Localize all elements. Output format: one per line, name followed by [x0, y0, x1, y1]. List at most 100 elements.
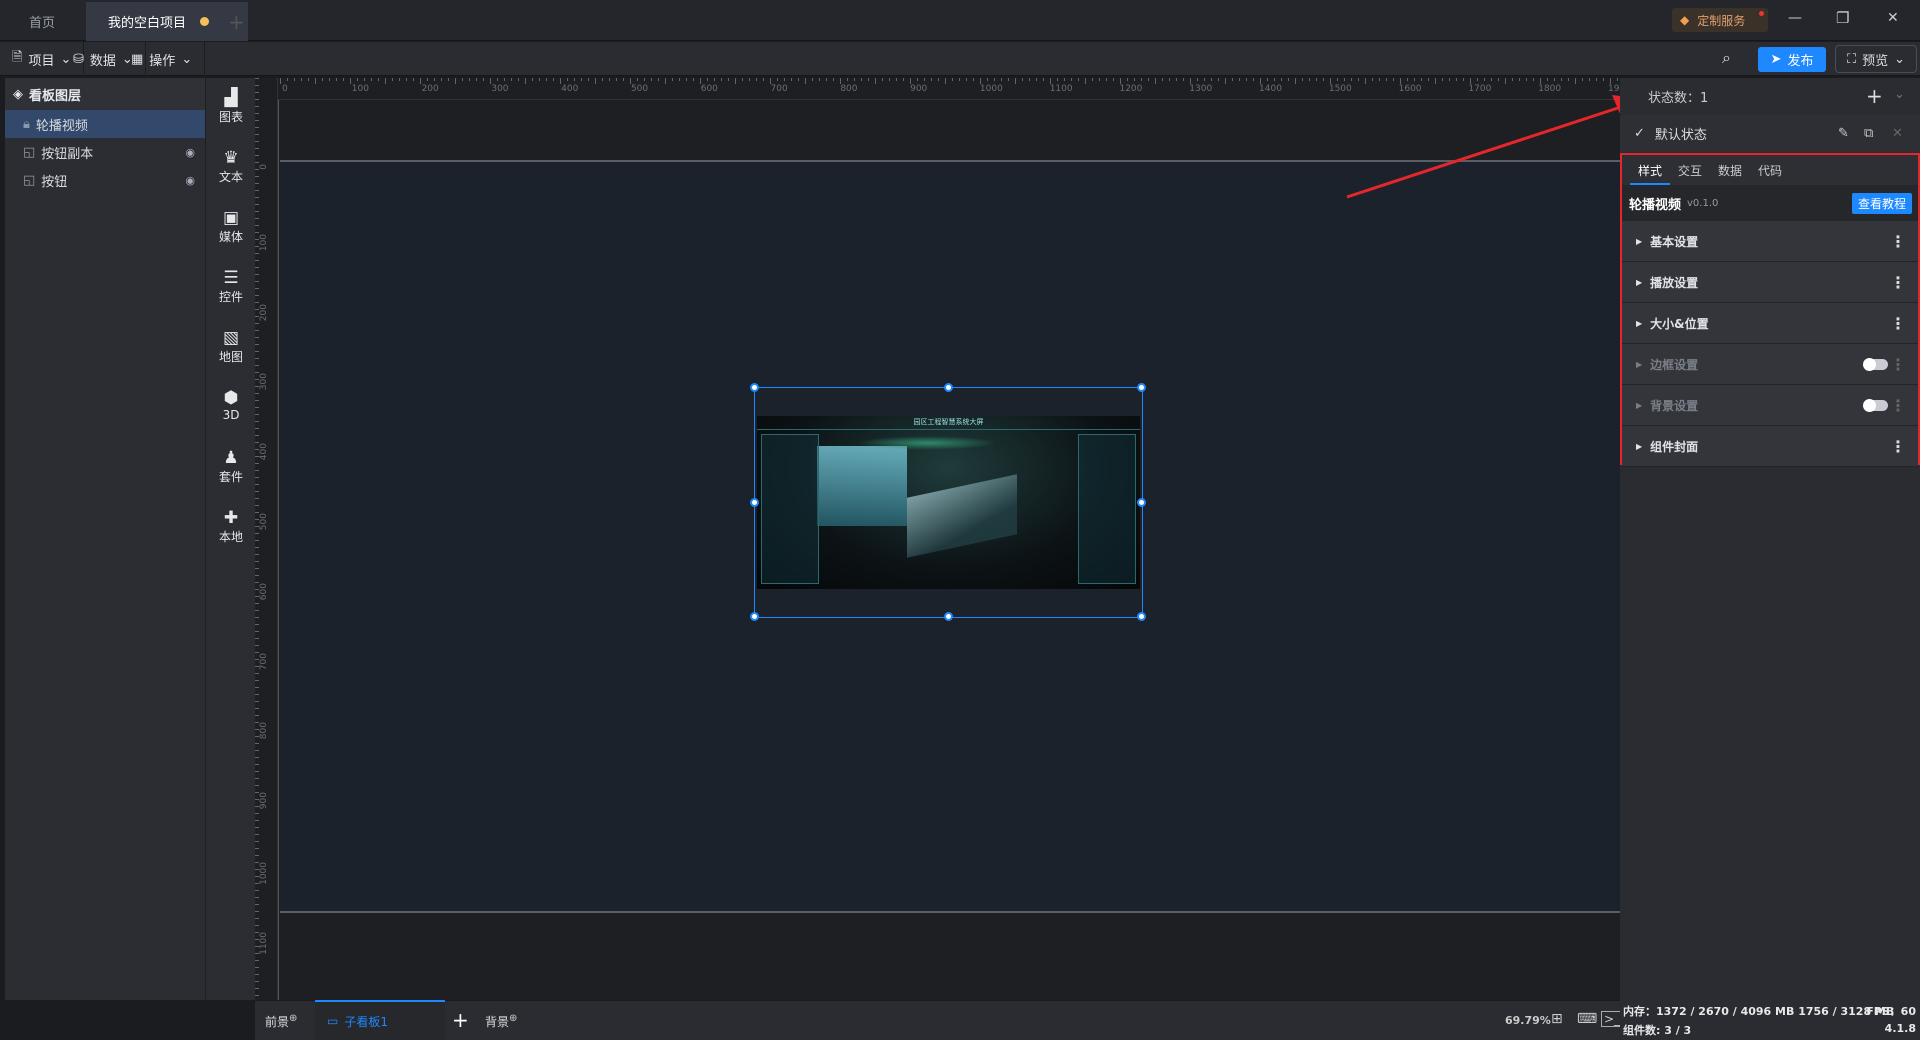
library-icon: ▟	[224, 88, 238, 108]
publish-label: 发布	[1787, 54, 1814, 69]
more-icon[interactable]: ⋮	[1890, 232, 1906, 251]
toggle-switch[interactable]	[1863, 398, 1888, 412]
ruler-tick	[420, 78, 421, 84]
library-4[interactable]: ▧ 地图	[206, 328, 256, 365]
resize-handle[interactable]	[943, 612, 953, 621]
library-label: 图表	[218, 110, 243, 124]
ruler-tick	[255, 120, 259, 121]
library-6[interactable]: ♟ 套件	[206, 448, 256, 485]
ruler-tick	[255, 351, 259, 352]
ruler-tick	[255, 99, 259, 100]
send-icon: ➤	[1770, 52, 1782, 67]
delete-icon[interactable]: ✕	[1892, 126, 1903, 141]
toggle-switch[interactable]	[1863, 357, 1888, 371]
library-2[interactable]: ▣ 媒体	[206, 208, 256, 245]
section-label: 背景设置	[1650, 398, 1699, 413]
zoom-level[interactable]: 69.79%	[1505, 1014, 1551, 1027]
library-icon: ▧	[222, 328, 240, 348]
close-button[interactable]: ✕	[1887, 10, 1899, 26]
library-0[interactable]: ▟ 图表	[206, 88, 256, 125]
settings-section[interactable]: ▶ 基本设置 ⋮	[1622, 221, 1918, 262]
resize-handle[interactable]	[943, 383, 953, 392]
panel-tab[interactable]: 交互	[1670, 155, 1710, 185]
add-tab-button[interactable]: +	[206, 2, 267, 41]
more-icon[interactable]: ⋮	[1890, 314, 1906, 333]
ruler-tick	[1260, 78, 1261, 84]
resize-handle[interactable]	[1137, 612, 1146, 621]
operations-menu[interactable]: ▦ 操作 ⌄	[119, 42, 206, 76]
fit-screen-icon[interactable]: ⊞	[1551, 1011, 1563, 1027]
ruler-tick	[255, 176, 259, 177]
add-circle-icon[interactable]: ⊕	[509, 1013, 517, 1024]
tab-home[interactable]: 首页	[0, 2, 84, 41]
background-tab[interactable]: 背景⊕	[485, 1013, 517, 1030]
settings-section[interactable]: ▶ 播放设置 ⋮	[1622, 262, 1918, 303]
ruler-tick	[1043, 78, 1044, 81]
resize-handle[interactable]	[750, 383, 759, 392]
annotation-arrow	[1346, 95, 1645, 199]
add-circle-icon[interactable]: ⊕	[289, 1013, 297, 1024]
ruler-tick	[434, 78, 435, 81]
ruler-tick	[511, 78, 512, 81]
library-5[interactable]: ⬢ 3D	[206, 388, 256, 422]
more-icon[interactable]: ⋮	[1890, 437, 1906, 456]
resize-handle[interactable]	[1137, 497, 1146, 507]
add-state-button[interactable]: +	[1866, 84, 1883, 108]
layer-item[interactable]: ◱ 按钮副本 ◉	[5, 138, 205, 166]
ruler-tick	[1176, 78, 1177, 81]
ruler-tick	[255, 211, 259, 212]
custom-service-button[interactable]: ◆ 定制服务	[1672, 8, 1768, 32]
search-icon[interactable]: ⌕	[1722, 48, 1731, 68]
layer-item[interactable]: ◱ 按钮 ◉	[5, 166, 205, 194]
ruler-tick	[255, 463, 259, 464]
add-board-button[interactable]: +	[452, 1008, 469, 1032]
settings-section[interactable]: ▶ 大小&位置 ⋮	[1622, 303, 1918, 344]
ruler-tick	[255, 260, 259, 261]
hidden-eye-icon[interactable]: ◉	[185, 146, 195, 159]
settings-section[interactable]: ▶ 背景设置 ⋮	[1622, 385, 1918, 426]
hidden-eye-icon[interactable]: ◉	[185, 174, 195, 187]
ruler-tick	[567, 78, 568, 81]
sub-board-tab[interactable]: ▭ 子看板1	[315, 1000, 445, 1040]
copy-icon[interactable]: ⧉	[1864, 126, 1873, 141]
restore-button[interactable]: ❐	[1836, 9, 1849, 27]
ruler-tick	[255, 890, 259, 891]
resize-handle[interactable]	[750, 497, 759, 507]
ruler-tick	[255, 645, 259, 646]
resize-handle[interactable]	[1137, 383, 1146, 392]
library-7[interactable]: ✚ 本地	[206, 508, 256, 545]
ruler-tick	[255, 582, 259, 583]
resize-handle[interactable]	[750, 612, 759, 621]
edit-icon[interactable]: ✎	[1838, 126, 1849, 141]
ruler-tick	[308, 78, 309, 81]
panel-tab[interactable]: 代码	[1750, 155, 1790, 185]
selected-carousel-video[interactable]: 园区工程智慧系统大屏	[750, 383, 1146, 621]
panel-tab[interactable]: 样式	[1630, 155, 1671, 185]
foreground-tab[interactable]: 前景⊕	[265, 1013, 297, 1030]
layer-item[interactable]: 🔒︎ 轮播视频	[5, 110, 205, 138]
app-version: 4.1.8	[1884, 1022, 1916, 1035]
more-icon[interactable]: ⋮	[1890, 355, 1906, 374]
artboard-edge	[278, 100, 279, 1000]
ruler-tick	[798, 78, 799, 81]
ruler-tick	[819, 78, 820, 81]
panel-tab[interactable]: 数据	[1710, 155, 1750, 185]
publish-button[interactable]: ➤ 发布	[1758, 47, 1826, 72]
ruler-tick	[255, 988, 259, 989]
more-icon[interactable]: ⋮	[1890, 273, 1906, 292]
settings-section[interactable]: ▶ 组件封面 ⋮	[1622, 426, 1918, 467]
settings-section[interactable]: ▶ 边框设置 ⋮	[1622, 344, 1918, 385]
tutorial-button[interactable]: 查看教程	[1851, 193, 1912, 214]
minimize-button[interactable]: —	[1788, 10, 1802, 26]
ruler-tick	[1155, 78, 1156, 84]
preview-button[interactable]: ⛶ 预览 ⌄	[1835, 45, 1917, 73]
library-3[interactable]: ☰ 控件	[206, 268, 256, 305]
ruler-label: 1400	[1259, 84, 1282, 94]
canvas[interactable]: 0 100 200 300 400 500 600 700 800 900 1000 1100 1200…	[255, 78, 1620, 1000]
keyboard-icon[interactable]: ⌨	[1577, 1011, 1597, 1027]
library-1[interactable]: ♛ 文本	[206, 148, 256, 185]
chevron-down-icon[interactable]: ⌄	[1894, 87, 1905, 102]
ruler-tick	[1554, 78, 1555, 81]
more-icon[interactable]: ⋮	[1890, 396, 1906, 415]
default-state-row[interactable]: ✓ 默认状态 ✎ ⧉ ✕	[1620, 115, 1920, 152]
